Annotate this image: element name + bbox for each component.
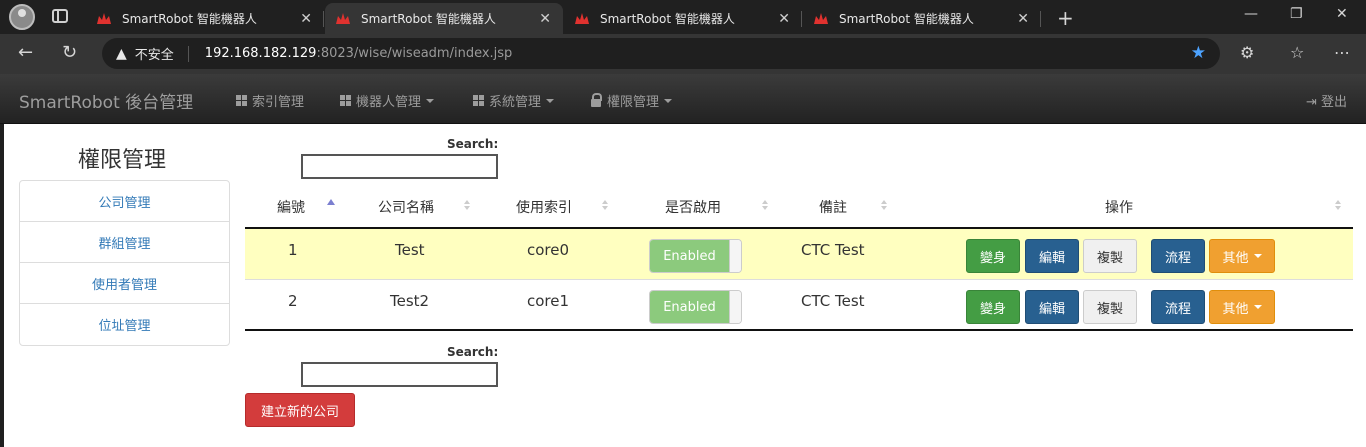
other-dropdown-button[interactable]: 其他 <box>1209 239 1275 273</box>
cell-note: CTC Test <box>801 292 865 310</box>
table-header: 編號 公司名稱 使用索引 是否啟用 備註 操作 <box>245 192 1353 229</box>
close-window-icon[interactable]: ✕ <box>1336 6 1348 22</box>
new-tab-icon[interactable]: + <box>1057 6 1074 30</box>
th-id[interactable]: 編號 <box>277 197 305 217</box>
th-actions[interactable]: 操作 <box>1105 197 1133 217</box>
toggle-knob <box>729 240 741 272</box>
browser-tab[interactable]: SmartRobot 智能機器人 ✕ <box>564 3 802 34</box>
caret-down-icon <box>1253 254 1262 258</box>
smartrobot-favicon-icon <box>813 12 829 26</box>
toggle-knob <box>729 291 741 323</box>
edit-button[interactable]: 編輯 <box>1025 290 1079 324</box>
favorite-star-icon[interactable]: ★ <box>1191 43 1206 63</box>
tab-title: SmartRobot 智能機器人 <box>361 12 496 26</box>
logout-icon: ⇥ <box>1305 95 1317 110</box>
create-company-button[interactable]: 建立新的公司 <box>245 393 355 427</box>
cell-company-name: Test2 <box>390 292 430 310</box>
other-dropdown-button[interactable]: 其他 <box>1209 290 1275 324</box>
caret-down-icon <box>426 98 435 103</box>
close-tab-icon[interactable]: ✕ <box>778 11 790 27</box>
edit-button[interactable]: 編輯 <box>1025 239 1079 273</box>
cell-id: 2 <box>288 292 298 310</box>
sidebar-item-company[interactable]: 公司管理 <box>20 181 229 222</box>
sidebar-item-user[interactable]: 使用者管理 <box>20 263 229 304</box>
restore-icon[interactable]: ❐ <box>1290 6 1303 22</box>
browser-tab-strip: SmartRobot 智能機器人 ✕ SmartRobot 智能機器人 ✕ Sm… <box>0 0 1366 34</box>
reload-icon[interactable]: ↻ <box>62 42 77 63</box>
lock-icon <box>591 92 602 107</box>
company-table: 編號 公司名稱 使用索引 是否啟用 備註 操作 1 Test core0 Ena… <box>245 192 1353 331</box>
extensions-icon[interactable]: ⚙ <box>1240 43 1254 62</box>
caret-down-icon <box>546 98 555 103</box>
address-bar[interactable]: ▲ 不安全 192.168.182.129 :8023/wise/wiseadm… <box>102 38 1220 69</box>
profile-avatar-icon[interactable] <box>9 4 35 30</box>
enabled-toggle-label: Enabled <box>650 291 729 323</box>
copy-button[interactable]: 複製 <box>1083 290 1137 324</box>
caret-down-icon <box>1253 305 1262 309</box>
browser-tab[interactable]: SmartRobot 智能機器人 ✕ <box>86 3 324 34</box>
insecure-label[interactable]: 不安全 <box>135 44 174 63</box>
th-note[interactable]: 備註 <box>819 197 847 217</box>
app-navbar: SmartRobot 後台管理 索引管理 機器人管理 系統管理 權限管理 ⇥ 登… <box>0 74 1366 124</box>
tab-title: SmartRobot 智能機器人 <box>839 12 974 26</box>
url-path: :8023/wise/wiseadm/index.jsp <box>316 46 513 61</box>
nav-permission-management[interactable]: 權限管理 <box>591 91 673 110</box>
sidebar-title: 權限管理 <box>78 148 167 173</box>
transform-button[interactable]: 變身 <box>966 290 1020 324</box>
sidebar-item-address[interactable]: 位址管理 <box>20 304 229 345</box>
close-tab-icon[interactable]: ✕ <box>539 11 551 27</box>
search-label-bottom: Search: <box>447 345 499 359</box>
transform-button[interactable]: 變身 <box>966 239 1020 273</box>
tab-title: SmartRobot 智能機器人 <box>122 12 257 26</box>
grid-icon <box>340 95 351 106</box>
minimize-icon[interactable]: — <box>1244 6 1258 22</box>
nav-index-management[interactable]: 索引管理 <box>236 91 304 110</box>
table-row: 2 Test2 core1 Enabled CTC Test 變身 編輯 複製 … <box>245 280 1353 331</box>
cell-company-name: Test <box>395 241 425 259</box>
enabled-toggle[interactable]: Enabled <box>649 239 742 273</box>
th-enabled[interactable]: 是否啟用 <box>665 197 721 217</box>
search-input-top[interactable] <box>301 154 498 179</box>
browser-tab[interactable]: SmartRobot 智能機器人 ✕ <box>803 3 1041 34</box>
cell-index: core0 <box>527 241 570 259</box>
logout-button[interactable]: ⇥ 登出 <box>1306 91 1347 110</box>
sidebar-menu: 公司管理 群組管理 使用者管理 位址管理 <box>19 180 230 346</box>
browser-toolbar: ← ↻ ▲ 不安全 192.168.182.129 :8023/wise/wis… <box>0 34 1366 74</box>
nav-robot-management[interactable]: 機器人管理 <box>340 91 435 110</box>
smartrobot-favicon-icon <box>96 12 112 26</box>
warning-icon[interactable]: ▲ <box>116 46 127 62</box>
enabled-toggle-label: Enabled <box>650 240 729 272</box>
cell-id: 1 <box>288 241 298 259</box>
grid-icon <box>473 95 484 106</box>
close-tab-icon[interactable]: ✕ <box>300 11 312 27</box>
copy-button[interactable]: 複製 <box>1083 239 1137 273</box>
caret-down-icon <box>664 98 673 103</box>
th-index[interactable]: 使用索引 <box>516 197 572 217</box>
back-icon[interactable]: ← <box>18 42 33 63</box>
sidebar-item-group[interactable]: 群組管理 <box>20 222 229 263</box>
flow-button[interactable]: 流程 <box>1151 239 1205 273</box>
app-brand[interactable]: SmartRobot 後台管理 <box>19 88 193 113</box>
th-company-name[interactable]: 公司名稱 <box>378 197 434 217</box>
search-label-top: Search: <box>447 137 499 151</box>
browser-tab-active[interactable]: SmartRobot 智能機器人 ✕ <box>325 3 563 34</box>
close-tab-icon[interactable]: ✕ <box>1017 11 1029 27</box>
enabled-toggle[interactable]: Enabled <box>649 290 742 324</box>
search-input-bottom[interactable] <box>301 362 498 387</box>
nav-system-management[interactable]: 系統管理 <box>473 91 555 110</box>
grid-icon <box>236 95 247 106</box>
url-host: 192.168.182.129 <box>204 46 317 61</box>
favorites-icon[interactable]: ☆ <box>1290 43 1304 62</box>
table-row: 1 Test core0 Enabled CTC Test 變身 編輯 複製 流… <box>245 229 1353 280</box>
flow-button[interactable]: 流程 <box>1151 290 1205 324</box>
cell-note: CTC Test <box>801 241 865 259</box>
smartrobot-favicon-icon <box>574 12 590 26</box>
smartrobot-favicon-icon <box>335 12 351 26</box>
main-content: 權限管理 公司管理 群組管理 使用者管理 位址管理 Search: 編號 公司名… <box>4 124 1366 447</box>
tab-title: SmartRobot 智能機器人 <box>600 12 735 26</box>
tab-actions-icon[interactable] <box>52 9 68 23</box>
cell-index: core1 <box>527 292 570 310</box>
more-menu-icon[interactable]: ⋯ <box>1334 43 1350 62</box>
